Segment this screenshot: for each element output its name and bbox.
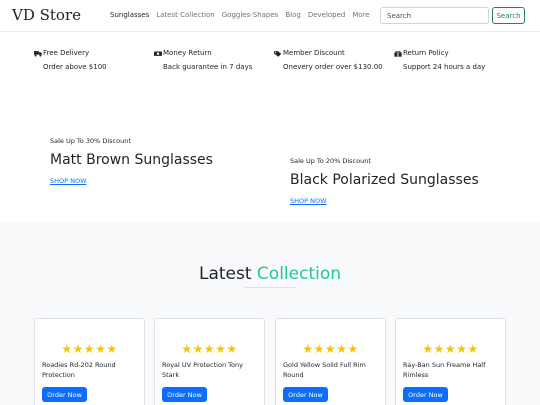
star-icon: ★ [203, 342, 216, 356]
feature-return-policy: Return Policy Support 24 hours a day [394, 49, 514, 71]
star-icon: ★ [226, 342, 238, 356]
feature-member-discount: Member Discount Onevery order over $130.… [274, 49, 394, 71]
star-icon: ★ [72, 342, 84, 356]
promo-discount: Sale Up To 20% Discount [290, 157, 371, 165]
star-icon: ★ [324, 342, 337, 356]
star-icon: ★ [347, 342, 359, 356]
section-title: Latest Collection [0, 264, 540, 284]
feature-subtitle: Order above $100 [43, 63, 107, 71]
star-icon: ★ [456, 342, 468, 356]
product-name: Ray-Ban Sun Freame Half Rimless [403, 361, 486, 379]
money-icon [154, 51, 162, 56]
tag-icon [274, 50, 282, 57]
star-icon: ★ [215, 342, 227, 356]
feature-money-return: Money Return Back guarantee in 7 days [154, 49, 274, 71]
search-input[interactable] [380, 7, 489, 24]
nav-sunglasses[interactable]: Sunglasses [110, 11, 149, 19]
star-icon: ★ [61, 342, 73, 356]
product-name: Royal UV Protection Tony Stark [162, 361, 243, 379]
nav-links: Sunglasses Latest Collection Goggles-Sha… [110, 11, 370, 19]
rating-stars: ★★★★★ [396, 342, 505, 356]
star-icon: ★ [302, 342, 314, 356]
section-title-accent: Collection [256, 264, 342, 284]
product-card: ★★★★★ Ray-Ban Sun Freame Half Rimless Or… [395, 318, 506, 405]
title-underline [245, 287, 295, 288]
product-card: ★★★★★ Gold Yellow Solid Full Rim Round O… [275, 318, 386, 405]
order-now-button[interactable]: Order Now [283, 387, 328, 402]
navbar: VD Store Sunglasses Latest Collection Go… [0, 0, 540, 32]
product-card: ★★★★★ Roadies Rd-202 Round Protection Or… [34, 318, 145, 405]
order-now-button[interactable]: Order Now [403, 387, 448, 402]
rating-stars: ★★★★★ [155, 342, 264, 356]
star-icon: ★ [95, 342, 107, 356]
order-now-button[interactable]: Order Now [42, 387, 87, 402]
shop-now-link[interactable]: SHOP NOW [50, 177, 87, 185]
nav-more[interactable]: More [352, 11, 369, 19]
feature-subtitle: Back guarantee in 7 days [163, 63, 253, 71]
nav-developed[interactable]: Developed [308, 11, 346, 19]
promo-discount: Sale Up To 30% Discount [50, 137, 131, 145]
star-icon: ★ [313, 342, 325, 356]
star-icon: ★ [467, 342, 479, 356]
section-title-main: Latest [198, 264, 257, 284]
product-name: Gold Yellow Solid Full Rim Round [283, 361, 366, 379]
nav-latest-collection[interactable]: Latest Collection [156, 11, 214, 19]
star-icon: ★ [181, 342, 193, 356]
star-icon: ★ [106, 342, 118, 356]
product-name: Roadies Rd-202 Round Protection [42, 361, 116, 379]
promo-matt-brown: Sale Up To 30% Discount Matt Brown Sungl… [50, 137, 213, 187]
rating-stars: ★★★★★ [276, 342, 385, 356]
feature-title: Return Policy [403, 49, 449, 57]
feature-subtitle: Support 24 hours a day [403, 63, 486, 71]
nav-goggles-shapes[interactable]: Goggles-Shapes [222, 11, 279, 19]
promo-black-polarized: Sale Up To 20% Discount Black Polarized … [290, 157, 479, 207]
feature-title: Free Delivery [43, 49, 90, 57]
feature-title: Money Return [163, 49, 212, 57]
feature-free-delivery: Free Delivery Order above $100 [34, 49, 154, 71]
promo-title: Black Polarized Sunglasses [290, 172, 479, 188]
promo-title: Matt Brown Sunglasses [50, 152, 213, 168]
brand-logo[interactable]: VD Store [12, 6, 81, 24]
star-icon: ★ [433, 342, 445, 356]
gift-icon [394, 50, 402, 57]
star-icon: ★ [336, 342, 348, 356]
star-icon: ★ [422, 342, 434, 356]
feature-title: Member Discount [283, 49, 345, 57]
product-card: ★★★★★ Royal UV Protection Tony Stark Ord… [154, 318, 265, 405]
rating-stars: ★★★★★ [35, 342, 144, 356]
star-icon: ★ [444, 342, 457, 356]
truck-icon [34, 50, 42, 57]
star-icon: ★ [192, 342, 204, 356]
feature-subtitle: Onevery order over $130.00 [283, 63, 383, 71]
order-now-button[interactable]: Order Now [162, 387, 207, 402]
star-icon: ★ [83, 342, 96, 356]
nav-blog[interactable]: Blog [285, 11, 300, 19]
shop-now-link[interactable]: SHOP NOW [290, 197, 327, 205]
search-button[interactable]: Search [492, 7, 525, 24]
